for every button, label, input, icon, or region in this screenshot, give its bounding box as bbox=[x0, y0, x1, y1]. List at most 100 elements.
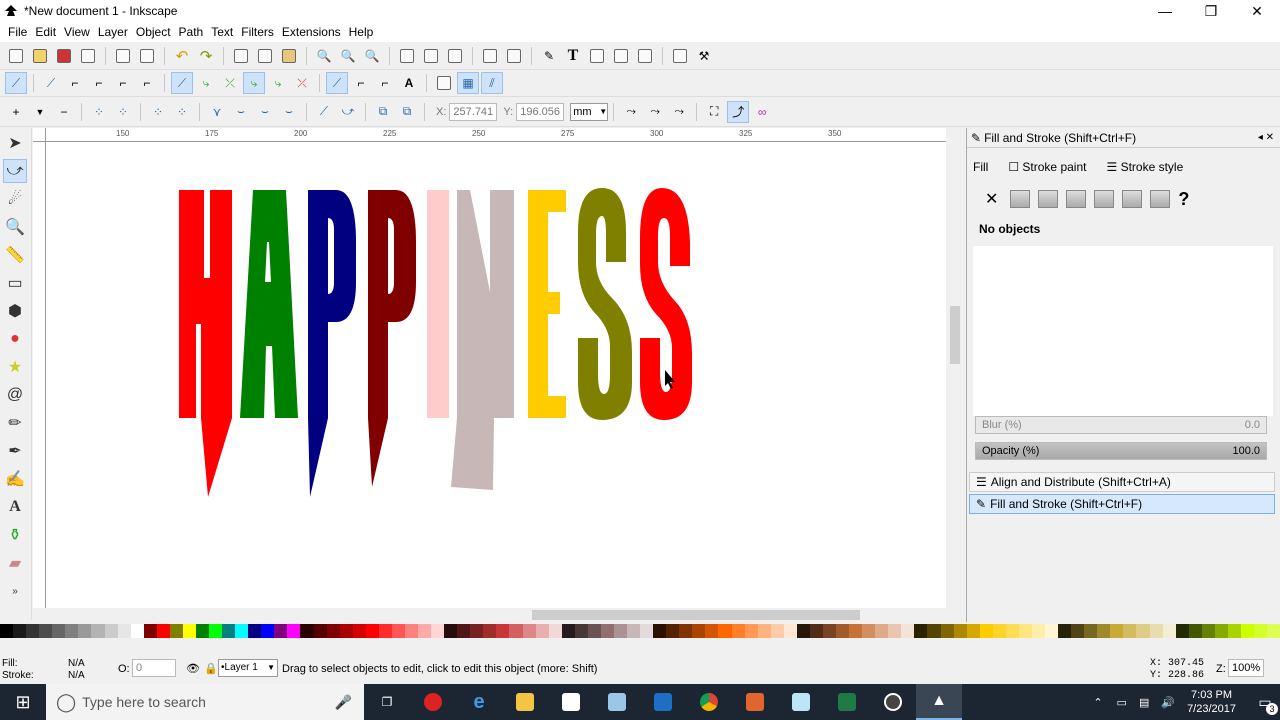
palette-swatch[interactable] bbox=[653, 624, 667, 638]
snap-page-button[interactable] bbox=[433, 72, 455, 94]
clock[interactable]: 7:03 PM 7/23/2017 bbox=[1187, 688, 1236, 716]
palette-swatch[interactable] bbox=[888, 624, 902, 638]
palette-swatch[interactable] bbox=[1240, 624, 1254, 638]
palette-swatch[interactable] bbox=[169, 624, 183, 638]
menu-object[interactable]: Object bbox=[132, 25, 175, 39]
palette-swatch[interactable] bbox=[91, 624, 105, 638]
paint-app[interactable] bbox=[778, 684, 824, 720]
palette-swatch[interactable] bbox=[326, 624, 340, 638]
spiral-tool[interactable]: @ bbox=[3, 383, 27, 407]
palette-swatch[interactable] bbox=[287, 624, 301, 638]
swatch-button[interactable] bbox=[1150, 190, 1171, 208]
duplicate-button[interactable] bbox=[396, 45, 418, 67]
snap-others-button[interactable]: ⟋ bbox=[326, 72, 348, 94]
palette-swatch[interactable] bbox=[692, 624, 706, 638]
unlink-clone-button[interactable] bbox=[444, 45, 466, 67]
palette-swatch[interactable] bbox=[1162, 624, 1176, 638]
palette-swatch[interactable] bbox=[953, 624, 967, 638]
palette-swatch[interactable] bbox=[1175, 624, 1189, 638]
palette-swatch[interactable] bbox=[130, 624, 144, 638]
paste-button[interactable] bbox=[278, 45, 300, 67]
menu-layer[interactable]: Layer bbox=[94, 25, 132, 39]
zoom-page-button[interactable]: 🔍 bbox=[361, 45, 383, 67]
palette-swatch[interactable] bbox=[391, 624, 405, 638]
smooth-node-button[interactable]: ⌣ bbox=[230, 101, 252, 123]
star-tool[interactable]: ★ bbox=[3, 355, 27, 379]
palette-swatch[interactable] bbox=[901, 624, 915, 638]
letter-p[interactable] bbox=[308, 190, 356, 497]
snap-paths-button[interactable]: ⤷ bbox=[195, 72, 217, 94]
palette-swatch[interactable] bbox=[1188, 624, 1202, 638]
palette-swatch[interactable] bbox=[1018, 624, 1032, 638]
horizontal-ruler[interactable]: 150 175 200 225 250 275 300 325 350 bbox=[46, 128, 950, 142]
delete-node-button[interactable]: − bbox=[53, 101, 75, 123]
ungroup-button[interactable] bbox=[503, 45, 525, 67]
tab-stroke-style[interactable]: ☰ Stroke style bbox=[1106, 160, 1193, 174]
palette-swatch[interactable] bbox=[940, 624, 954, 638]
x-input[interactable]: 257.741 bbox=[449, 102, 498, 121]
edge-browser-app[interactable]: e bbox=[456, 684, 502, 720]
menu-help[interactable]: Help bbox=[345, 25, 378, 39]
object-to-path-button[interactable]: ⧉ bbox=[372, 101, 394, 123]
cusp-node-button[interactable]: ⋎ bbox=[206, 101, 228, 123]
tab-fill[interactable]: Fill bbox=[973, 160, 998, 174]
flat-color-button[interactable] bbox=[1010, 190, 1031, 208]
palette-swatch[interactable] bbox=[849, 624, 863, 638]
minimize-button[interactable]: — bbox=[1142, 0, 1188, 22]
rectangle-tool[interactable]: ▭ bbox=[3, 271, 27, 295]
palette-swatch[interactable] bbox=[104, 624, 118, 638]
fill-stroke-button[interactable]: ✎ bbox=[538, 45, 560, 67]
store-app[interactable] bbox=[548, 684, 594, 720]
palette-swatch[interactable] bbox=[718, 624, 732, 638]
node-tool[interactable]: ⤻ bbox=[3, 159, 27, 183]
segment-curve-button[interactable]: ⤻ bbox=[337, 101, 359, 123]
align-button[interactable] bbox=[634, 45, 656, 67]
palette-swatch[interactable] bbox=[522, 624, 536, 638]
insert-node-button[interactable]: + bbox=[5, 101, 27, 123]
palette-swatch[interactable] bbox=[444, 624, 458, 638]
snap-midpoints-path-button[interactable]: ⤫ bbox=[291, 72, 313, 94]
selector-tool[interactable]: ➤ bbox=[3, 131, 27, 155]
palette-swatch[interactable] bbox=[13, 624, 27, 638]
palette-swatch[interactable] bbox=[274, 624, 288, 638]
palette-swatch[interactable] bbox=[143, 624, 157, 638]
letter-h[interactable] bbox=[179, 190, 232, 497]
palette-swatch[interactable] bbox=[1084, 624, 1098, 638]
calligraphy-tool[interactable]: ✍ bbox=[3, 467, 27, 491]
show-path-outline-toggle[interactable]: ∞ bbox=[751, 101, 773, 123]
palette-swatch[interactable] bbox=[52, 624, 66, 638]
document-properties-button[interactable] bbox=[669, 45, 691, 67]
save-button[interactable] bbox=[53, 45, 75, 67]
lock-icon[interactable]: 🔒 bbox=[204, 662, 218, 675]
open-button[interactable] bbox=[29, 45, 51, 67]
inkscape-app[interactable]: ▲ bbox=[916, 684, 962, 720]
happiness-artwork[interactable] bbox=[46, 142, 946, 608]
text-font-button[interactable]: T bbox=[562, 45, 584, 67]
palette-swatch[interactable] bbox=[640, 624, 654, 638]
menu-filters[interactable]: Filters bbox=[237, 25, 278, 39]
volume-icon[interactable]: 🔊 bbox=[1161, 696, 1175, 709]
palette-swatch[interactable] bbox=[222, 624, 236, 638]
snap-nodes-button[interactable]: ⟋ bbox=[171, 72, 193, 94]
palette-swatch[interactable] bbox=[313, 624, 327, 638]
toolbox-more[interactable]: » bbox=[3, 579, 27, 603]
linear-gradient-button[interactable] bbox=[1038, 190, 1059, 208]
fill-value[interactable]: N/A bbox=[68, 658, 85, 670]
palette-swatch[interactable] bbox=[117, 624, 131, 638]
mesh-gradient-button[interactable] bbox=[1094, 190, 1115, 208]
snap-object-centers-button[interactable]: ⌐ bbox=[350, 72, 372, 94]
palette-swatch[interactable] bbox=[365, 624, 379, 638]
menu-path[interactable]: Path bbox=[175, 25, 208, 39]
menu-extensions[interactable]: Extensions bbox=[278, 25, 345, 39]
snap-bbox-edges-button[interactable]: ⌐ bbox=[64, 72, 86, 94]
notes-app[interactable] bbox=[594, 684, 640, 720]
palette-swatch[interactable] bbox=[1097, 624, 1111, 638]
palette-swatch[interactable] bbox=[731, 624, 745, 638]
palette-swatch[interactable] bbox=[470, 624, 484, 638]
chrome-app[interactable] bbox=[686, 684, 732, 720]
snap-grid-button[interactable]: ▦ bbox=[457, 72, 479, 94]
palette-swatch[interactable] bbox=[418, 624, 432, 638]
palette-swatch[interactable] bbox=[822, 624, 836, 638]
dock-fill-stroke[interactable]: ✎ Fill and Stroke (Shift+Ctrl+F) bbox=[969, 494, 1275, 514]
letter-p-2[interactable] bbox=[368, 190, 416, 487]
